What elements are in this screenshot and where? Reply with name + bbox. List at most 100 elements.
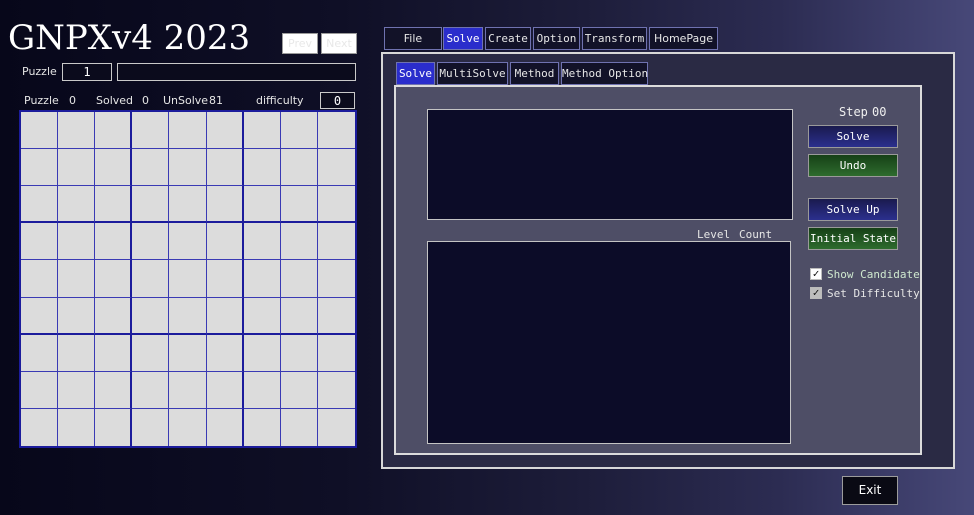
grid-cell[interactable] — [58, 112, 96, 150]
exit-button[interactable]: Exit — [842, 476, 898, 505]
tab-file[interactable]: File — [384, 27, 442, 50]
solve-up-button[interactable]: Solve Up — [808, 198, 898, 221]
solution-message-box[interactable] — [427, 109, 793, 220]
tab-solve[interactable]: Solve — [443, 27, 483, 50]
grid-cell[interactable] — [317, 334, 355, 372]
difficulty-field[interactable]: 0 — [320, 92, 355, 109]
grid-cell[interactable] — [132, 371, 170, 409]
method-level-count-list[interactable] — [427, 241, 791, 444]
grid-cell[interactable] — [280, 334, 318, 372]
grid-cell[interactable] — [317, 112, 355, 150]
puzzle-name-field[interactable] — [117, 63, 356, 81]
grid-cell[interactable] — [317, 371, 355, 409]
undo-button[interactable]: Undo — [808, 154, 898, 177]
subtab-multisolve[interactable]: MultiSolve — [437, 62, 508, 85]
grid-cell[interactable] — [317, 186, 355, 224]
grid-cell[interactable] — [58, 223, 96, 261]
tab-homepage[interactable]: HomePage — [649, 27, 718, 50]
grid-cell[interactable] — [21, 260, 59, 298]
grid-cell[interactable] — [132, 149, 170, 187]
grid-cell[interactable] — [206, 371, 244, 409]
subtab-method[interactable]: Method — [510, 62, 559, 85]
solve-button[interactable]: Solve — [808, 125, 898, 148]
grid-cell[interactable] — [317, 408, 355, 446]
grid-cell[interactable] — [95, 186, 133, 224]
grid-cell[interactable] — [58, 334, 96, 372]
grid-cell[interactable] — [206, 408, 244, 446]
grid-cell[interactable] — [21, 334, 59, 372]
grid-cell[interactable] — [317, 260, 355, 298]
grid-cell[interactable] — [132, 408, 170, 446]
grid-cell[interactable] — [280, 149, 318, 187]
grid-cell[interactable] — [95, 297, 133, 335]
grid-cell[interactable] — [132, 223, 170, 261]
grid-cell[interactable] — [243, 223, 281, 261]
grid-cell[interactable] — [280, 260, 318, 298]
grid-cell[interactable] — [206, 186, 244, 224]
grid-cell[interactable] — [21, 223, 59, 261]
grid-cell[interactable] — [95, 408, 133, 446]
grid-cell[interactable] — [132, 260, 170, 298]
grid-cell[interactable] — [169, 371, 207, 409]
grid-cell[interactable] — [206, 223, 244, 261]
grid-cell[interactable] — [58, 408, 96, 446]
grid-cell[interactable] — [206, 297, 244, 335]
grid-cell[interactable] — [95, 112, 133, 150]
grid-cell[interactable] — [280, 223, 318, 261]
grid-cell[interactable] — [169, 186, 207, 224]
grid-cell[interactable] — [132, 297, 170, 335]
grid-cell[interactable] — [58, 297, 96, 335]
grid-cell[interactable] — [58, 186, 96, 224]
grid-cell[interactable] — [95, 334, 133, 372]
grid-cell[interactable] — [58, 371, 96, 409]
show-candidate-checkbox[interactable]: ✓ — [810, 268, 822, 280]
subtab-solve[interactable]: Solve — [396, 62, 435, 85]
tab-create[interactable]: Create — [485, 27, 531, 50]
grid-cell[interactable] — [243, 149, 281, 187]
grid-cell[interactable] — [206, 260, 244, 298]
grid-cell[interactable] — [243, 297, 281, 335]
initial-state-button[interactable]: Initial State — [808, 227, 898, 250]
grid-cell[interactable] — [21, 408, 59, 446]
puzzle-number-field[interactable]: 1 — [62, 63, 112, 81]
grid-cell[interactable] — [21, 371, 59, 409]
grid-cell[interactable] — [243, 371, 281, 409]
grid-cell[interactable] — [317, 149, 355, 187]
grid-cell[interactable] — [132, 334, 170, 372]
grid-cell[interactable] — [206, 112, 244, 150]
grid-cell[interactable] — [95, 260, 133, 298]
grid-cell[interactable] — [169, 149, 207, 187]
grid-cell[interactable] — [21, 297, 59, 335]
grid-cell[interactable] — [169, 112, 207, 150]
grid-cell[interactable] — [317, 223, 355, 261]
grid-cell[interactable] — [169, 408, 207, 446]
grid-cell[interactable] — [280, 297, 318, 335]
show-candidate-option[interactable]: ✓ Show Candidate — [810, 266, 920, 282]
grid-cell[interactable] — [243, 112, 281, 150]
grid-cell[interactable] — [95, 223, 133, 261]
grid-cell[interactable] — [132, 112, 170, 150]
grid-cell[interactable] — [280, 408, 318, 446]
grid-cell[interactable] — [21, 112, 59, 150]
grid-cell[interactable] — [169, 297, 207, 335]
grid-cell[interactable] — [169, 223, 207, 261]
grid-cell[interactable] — [280, 112, 318, 150]
grid-cell[interactable] — [95, 149, 133, 187]
grid-cell[interactable] — [206, 149, 244, 187]
subtab-method-option[interactable]: Method Option — [561, 62, 648, 85]
grid-cell[interactable] — [58, 260, 96, 298]
grid-cell[interactable] — [317, 297, 355, 335]
grid-cell[interactable] — [280, 186, 318, 224]
grid-cell[interactable] — [280, 371, 318, 409]
set-difficulty-checkbox[interactable]: ✓ — [810, 287, 822, 299]
grid-cell[interactable] — [206, 334, 244, 372]
grid-cell[interactable] — [169, 334, 207, 372]
grid-cell[interactable] — [243, 260, 281, 298]
grid-cell[interactable] — [132, 186, 170, 224]
grid-cell[interactable] — [243, 186, 281, 224]
tab-transform[interactable]: Transform — [582, 27, 647, 50]
grid-cell[interactable] — [95, 371, 133, 409]
next-button[interactable]: Next — [321, 33, 357, 54]
grid-cell[interactable] — [21, 149, 59, 187]
prev-button[interactable]: Prev — [282, 33, 318, 54]
